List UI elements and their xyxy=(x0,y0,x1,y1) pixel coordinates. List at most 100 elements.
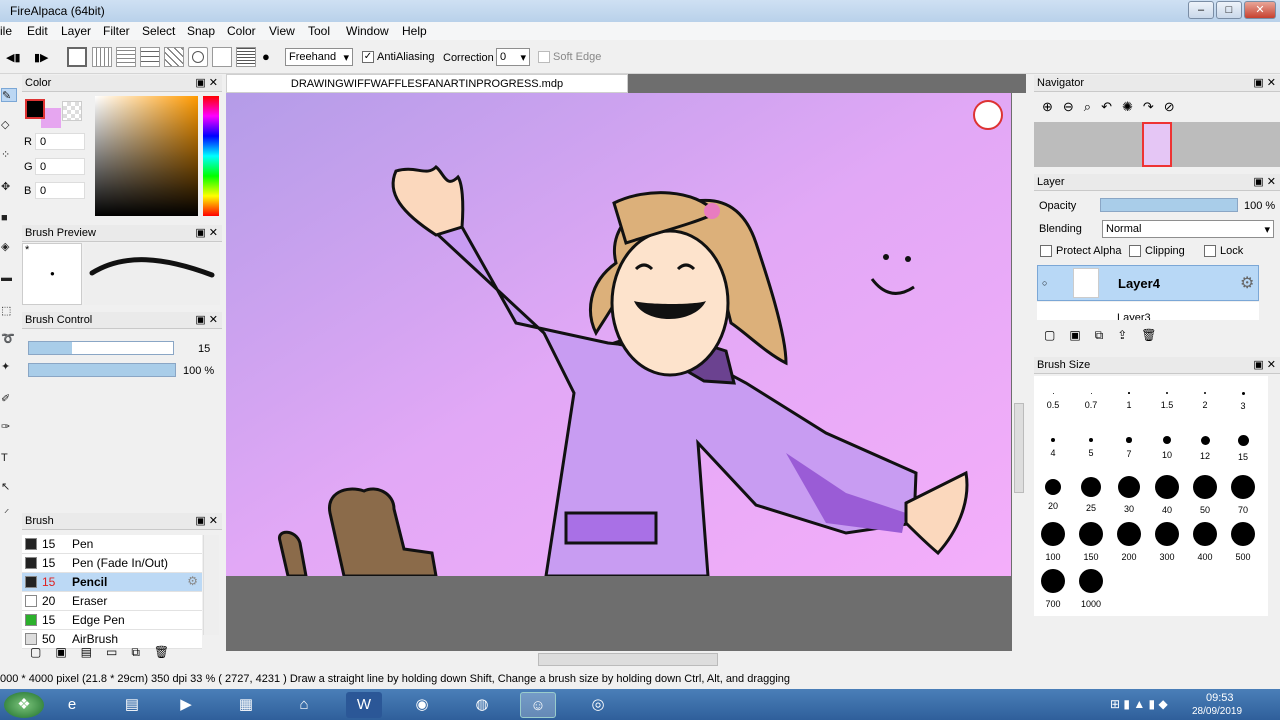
layer-opacity-slider[interactable] xyxy=(1100,198,1238,212)
pattern-fine-icon[interactable] xyxy=(236,47,256,67)
gear-icon[interactable]: ⚙ xyxy=(187,574,198,588)
pattern-curve-icon[interactable] xyxy=(212,47,232,67)
app-grid-icon[interactable]: ▦ xyxy=(228,692,264,718)
brush-size-cell[interactable]: 20 xyxy=(1035,474,1071,520)
menu-tool[interactable]: Tool xyxy=(308,24,330,38)
correction-dropdown[interactable]: 0 ▾ xyxy=(496,48,530,66)
blending-dropdown[interactable]: Normal ▾ xyxy=(1102,220,1274,238)
brush-list-item[interactable]: 15 Edge Pen xyxy=(22,611,202,630)
lasso-tool-icon[interactable]: ➰ xyxy=(1,332,17,346)
lock-checkbox[interactable] xyxy=(1204,245,1216,257)
chrome-icon[interactable]: ◉ xyxy=(404,692,440,718)
start-button[interactable]: ❖ xyxy=(4,692,44,718)
gear-icon[interactable]: ⚙ xyxy=(1240,273,1254,293)
menu-edit[interactable]: Edit xyxy=(27,24,48,38)
media-icon[interactable]: ▶ xyxy=(168,692,204,718)
close-button[interactable]: ✕ xyxy=(1244,1,1276,19)
brush-size-cell[interactable]: 2 xyxy=(1187,380,1223,426)
word-icon[interactable]: W xyxy=(346,692,382,718)
brush-size-cell[interactable]: 400 xyxy=(1187,521,1223,567)
brush-list-item[interactable]: 15 Pencil ⚙ xyxy=(22,573,202,592)
expand-right-icon[interactable]: ▮▶ xyxy=(34,51,49,64)
panel-controls-icon[interactable]: ▣ ✕ xyxy=(195,226,218,239)
operation-tool-icon[interactable]: ↖ xyxy=(1,480,17,494)
menu-select[interactable]: Select xyxy=(142,24,175,38)
visibility-icon[interactable]: ○ xyxy=(1042,278,1047,288)
transparent-color-swatch[interactable] xyxy=(62,101,82,121)
panel-controls-icon[interactable]: ▣ ✕ xyxy=(1253,76,1276,89)
brush-actions-icons[interactable]: ▢▣▤▭⧉🗑 xyxy=(30,645,183,660)
brush-size-cell[interactable]: 50 xyxy=(1187,474,1223,520)
panel-controls-icon[interactable]: ▣ ✕ xyxy=(195,313,218,326)
layer-actions-icons[interactable]: ▢▣⧉⇪🗑 xyxy=(1044,328,1171,343)
brush-size-cell[interactable]: 1.5 xyxy=(1149,380,1185,426)
antialiasing-checkbox[interactable]: ✓ xyxy=(362,51,374,63)
document-tab[interactable]: DRAWINGWIFFWAFFLESFANARTINPROGRESS.mdp xyxy=(226,74,628,93)
brush-list-scrollbar[interactable] xyxy=(203,535,219,635)
menu-help[interactable]: Help xyxy=(402,24,427,38)
brush-size-cell[interactable]: 12 xyxy=(1187,427,1223,473)
panel-controls-icon[interactable]: ▣ ✕ xyxy=(195,514,218,527)
brush-list-item[interactable]: 20 Eraser xyxy=(22,592,202,611)
brush-size-cell[interactable]: 100 xyxy=(1035,521,1071,567)
stroke-mode-dropdown[interactable]: Freehand ▾ xyxy=(285,48,353,66)
dot-brush-icon[interactable]: ● xyxy=(262,49,270,64)
brush-size-cell[interactable]: 3 xyxy=(1225,380,1261,426)
foreground-color-swatch[interactable] xyxy=(25,99,45,119)
menu-filter[interactable]: Filter xyxy=(103,24,130,38)
brush-size-cell[interactable]: 5 xyxy=(1073,427,1109,473)
brush-list-item[interactable]: 15 Pen (Fade In/Out) xyxy=(22,554,202,573)
navigator-tools-icons[interactable]: ⊕⊖⌕↶✺↷⊘ xyxy=(1042,99,1185,115)
brush-size-slider[interactable] xyxy=(28,341,174,355)
soft-edge-checkbox[interactable] xyxy=(538,51,550,63)
firealpaca-icon[interactable]: ☺ xyxy=(520,692,556,718)
menu-snap[interactable]: Snap xyxy=(187,24,215,38)
brush-size-cell[interactable]: 700 xyxy=(1035,568,1071,614)
brush-size-cell[interactable]: 1 xyxy=(1111,380,1147,426)
brush-size-cell[interactable]: 40 xyxy=(1149,474,1185,520)
r-input[interactable]: 0 xyxy=(35,133,85,150)
brush-size-cell[interactable]: 500 xyxy=(1225,521,1261,567)
brush-size-cell[interactable]: 7 xyxy=(1111,427,1147,473)
brush-size-cell[interactable]: 1000 xyxy=(1073,568,1109,614)
brush-size-cell[interactable]: 10 xyxy=(1149,427,1185,473)
pattern-dots-icon[interactable] xyxy=(92,47,112,67)
menu-window[interactable]: Window xyxy=(346,24,389,38)
panel-controls-icon[interactable]: ▣ ✕ xyxy=(1253,358,1276,371)
brush-list-item[interactable]: 15 Pen xyxy=(22,535,202,554)
select-eraser-icon[interactable]: ✑ xyxy=(1,420,17,434)
b-input[interactable]: 0 xyxy=(35,182,85,199)
menu-color[interactable]: Color xyxy=(227,24,256,38)
pattern-circle-icon[interactable] xyxy=(188,47,208,67)
menu-file[interactable]: ile xyxy=(0,24,12,38)
canvas-vertical-scrollbar[interactable] xyxy=(1012,93,1026,651)
brush-size-cell[interactable]: 0.5 xyxy=(1035,380,1071,426)
dot-tool-icon[interactable]: ⁘ xyxy=(1,148,17,162)
navigator-preview[interactable] xyxy=(1034,122,1280,167)
obs-icon[interactable]: ◎ xyxy=(580,692,616,718)
pattern-diagonal-icon[interactable] xyxy=(164,47,184,67)
brush-size-cell[interactable]: 15 xyxy=(1225,427,1261,473)
brush-size-cell[interactable]: 0.7 xyxy=(1073,380,1109,426)
brush-size-cell[interactable]: 4 xyxy=(1035,427,1071,473)
network-icon[interactable]: ⌂ xyxy=(286,692,322,718)
brush-shape-round-icon[interactable] xyxy=(67,47,87,67)
artwork-canvas[interactable] xyxy=(226,93,1011,576)
brush-size-cell[interactable]: 300 xyxy=(1149,521,1185,567)
pen-tool-icon[interactable]: ✎ xyxy=(1,88,17,102)
brush-size-cell[interactable]: 70 xyxy=(1225,474,1261,520)
brush-size-cell[interactable]: 200 xyxy=(1111,521,1147,567)
panel-controls-icon[interactable]: ▣ ✕ xyxy=(1253,175,1276,188)
g-input[interactable]: 0 xyxy=(35,158,85,175)
collapse-left-icon[interactable]: ◀▮ xyxy=(6,51,21,64)
browser-icon[interactable]: ◍ xyxy=(464,692,500,718)
text-tool-icon[interactable]: T xyxy=(1,452,17,466)
pattern-lines-icon[interactable] xyxy=(140,47,160,67)
clipping-checkbox[interactable] xyxy=(1129,245,1141,257)
eraser-tool-icon[interactable]: ◇ xyxy=(1,118,17,132)
magic-wand-icon[interactable]: ✦ xyxy=(1,360,17,374)
layer-row[interactable]: Layer3 xyxy=(1037,302,1259,320)
minimize-button[interactable]: – xyxy=(1188,1,1214,19)
brush-size-cell[interactable]: 150 xyxy=(1073,521,1109,567)
move-tool-icon[interactable]: ✥ xyxy=(1,180,17,194)
